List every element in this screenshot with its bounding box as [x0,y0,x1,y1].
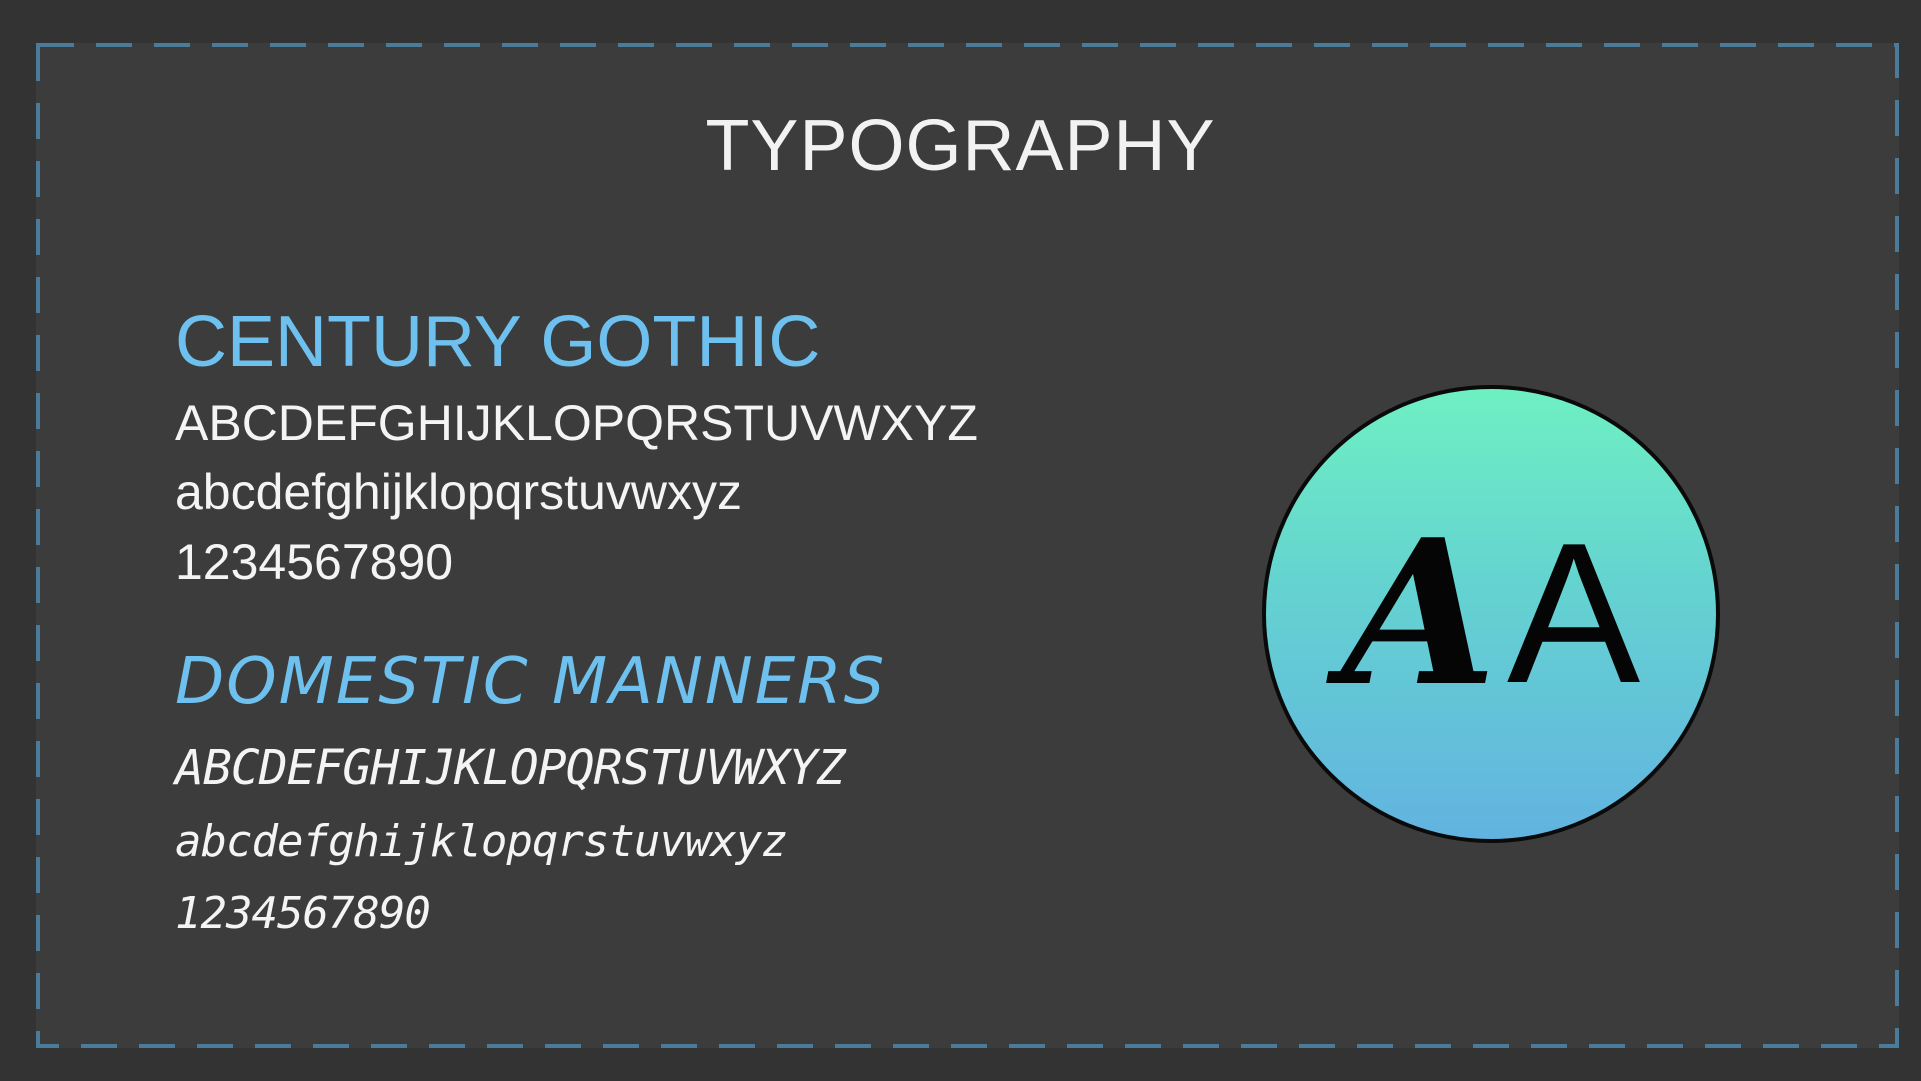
font-name-century-gothic: CENTURY GOTHIC [175,302,821,382]
lowercase-specimen-domestic-manners: abcdefghijklopqrstuvwxyz [175,816,788,867]
sans-a-glyph: A [1506,502,1641,725]
digits-specimen-domestic-manners: 1234567890 [175,888,431,939]
font-name-domestic-manners: DOMESTIC MANNERS [175,645,887,719]
uppercase-specimen-century-gothic: ABCDEFGHIJKLOPQRSTUVWXYZ [175,395,978,451]
typography-slide: TYPOGRAPHY CENTURY GOTHIC ABCDEFGHIJKLOP… [0,0,1921,1081]
script-a-glyph: A [1341,496,1497,731]
aa-sample: A A [1266,389,1716,839]
lowercase-specimen-century-gothic: abcdefghijklopqrstuvwxyz [175,464,742,520]
uppercase-specimen-domestic-manners: ABCDEFGHIJKLOPQRSTUVWXYZ [175,740,846,796]
page-title: TYPOGRAPHY [705,106,1216,186]
typeface-sample-circle: A A [1262,385,1720,843]
digits-specimen-century-gothic: 1234567890 [175,534,454,590]
